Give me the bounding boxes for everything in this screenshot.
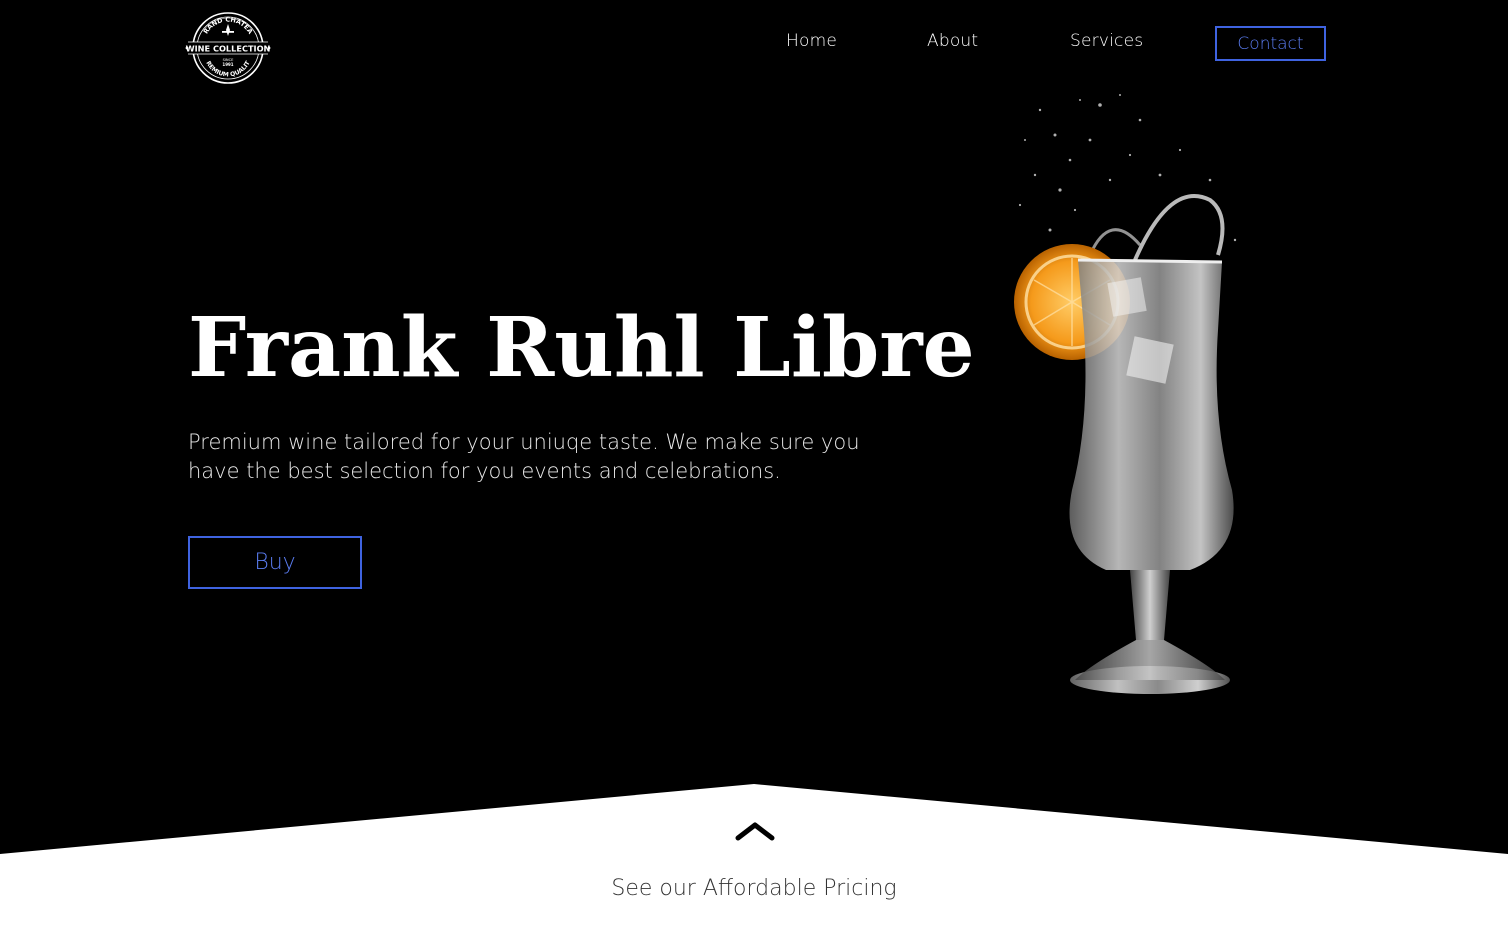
svg-text:WINE COLLECTION: WINE COLLECTION: [186, 44, 271, 54]
bottom-white-section: [0, 784, 1508, 946]
nav-about-link[interactable]: About: [927, 31, 978, 51]
cocktail-glass-image: [1014, 94, 1237, 694]
pricing-link[interactable]: See our Affordable Pricing: [0, 876, 1508, 901]
nav-home-link[interactable]: Home: [786, 31, 837, 51]
nav-services-link[interactable]: Services: [1070, 31, 1143, 51]
svg-text:1991: 1991: [222, 62, 233, 67]
wine-collection-logo[interactable]: GRAND CHATEAU PREMIUM QUALITY WINE COLLE…: [184, 10, 272, 86]
hero-tagline: Premium wine tailored for your uniuqe ta…: [188, 430, 860, 483]
buy-button[interactable]: Buy: [188, 536, 362, 589]
nav-contact-button[interactable]: Contact: [1215, 26, 1326, 61]
hero-headline: Frank Ruhl Libre: [188, 300, 975, 396]
hero-section: GRAND CHATEAU PREMIUM QUALITY WINE COLLE…: [0, 0, 1508, 946]
chevron-up-icon[interactable]: [735, 818, 775, 844]
